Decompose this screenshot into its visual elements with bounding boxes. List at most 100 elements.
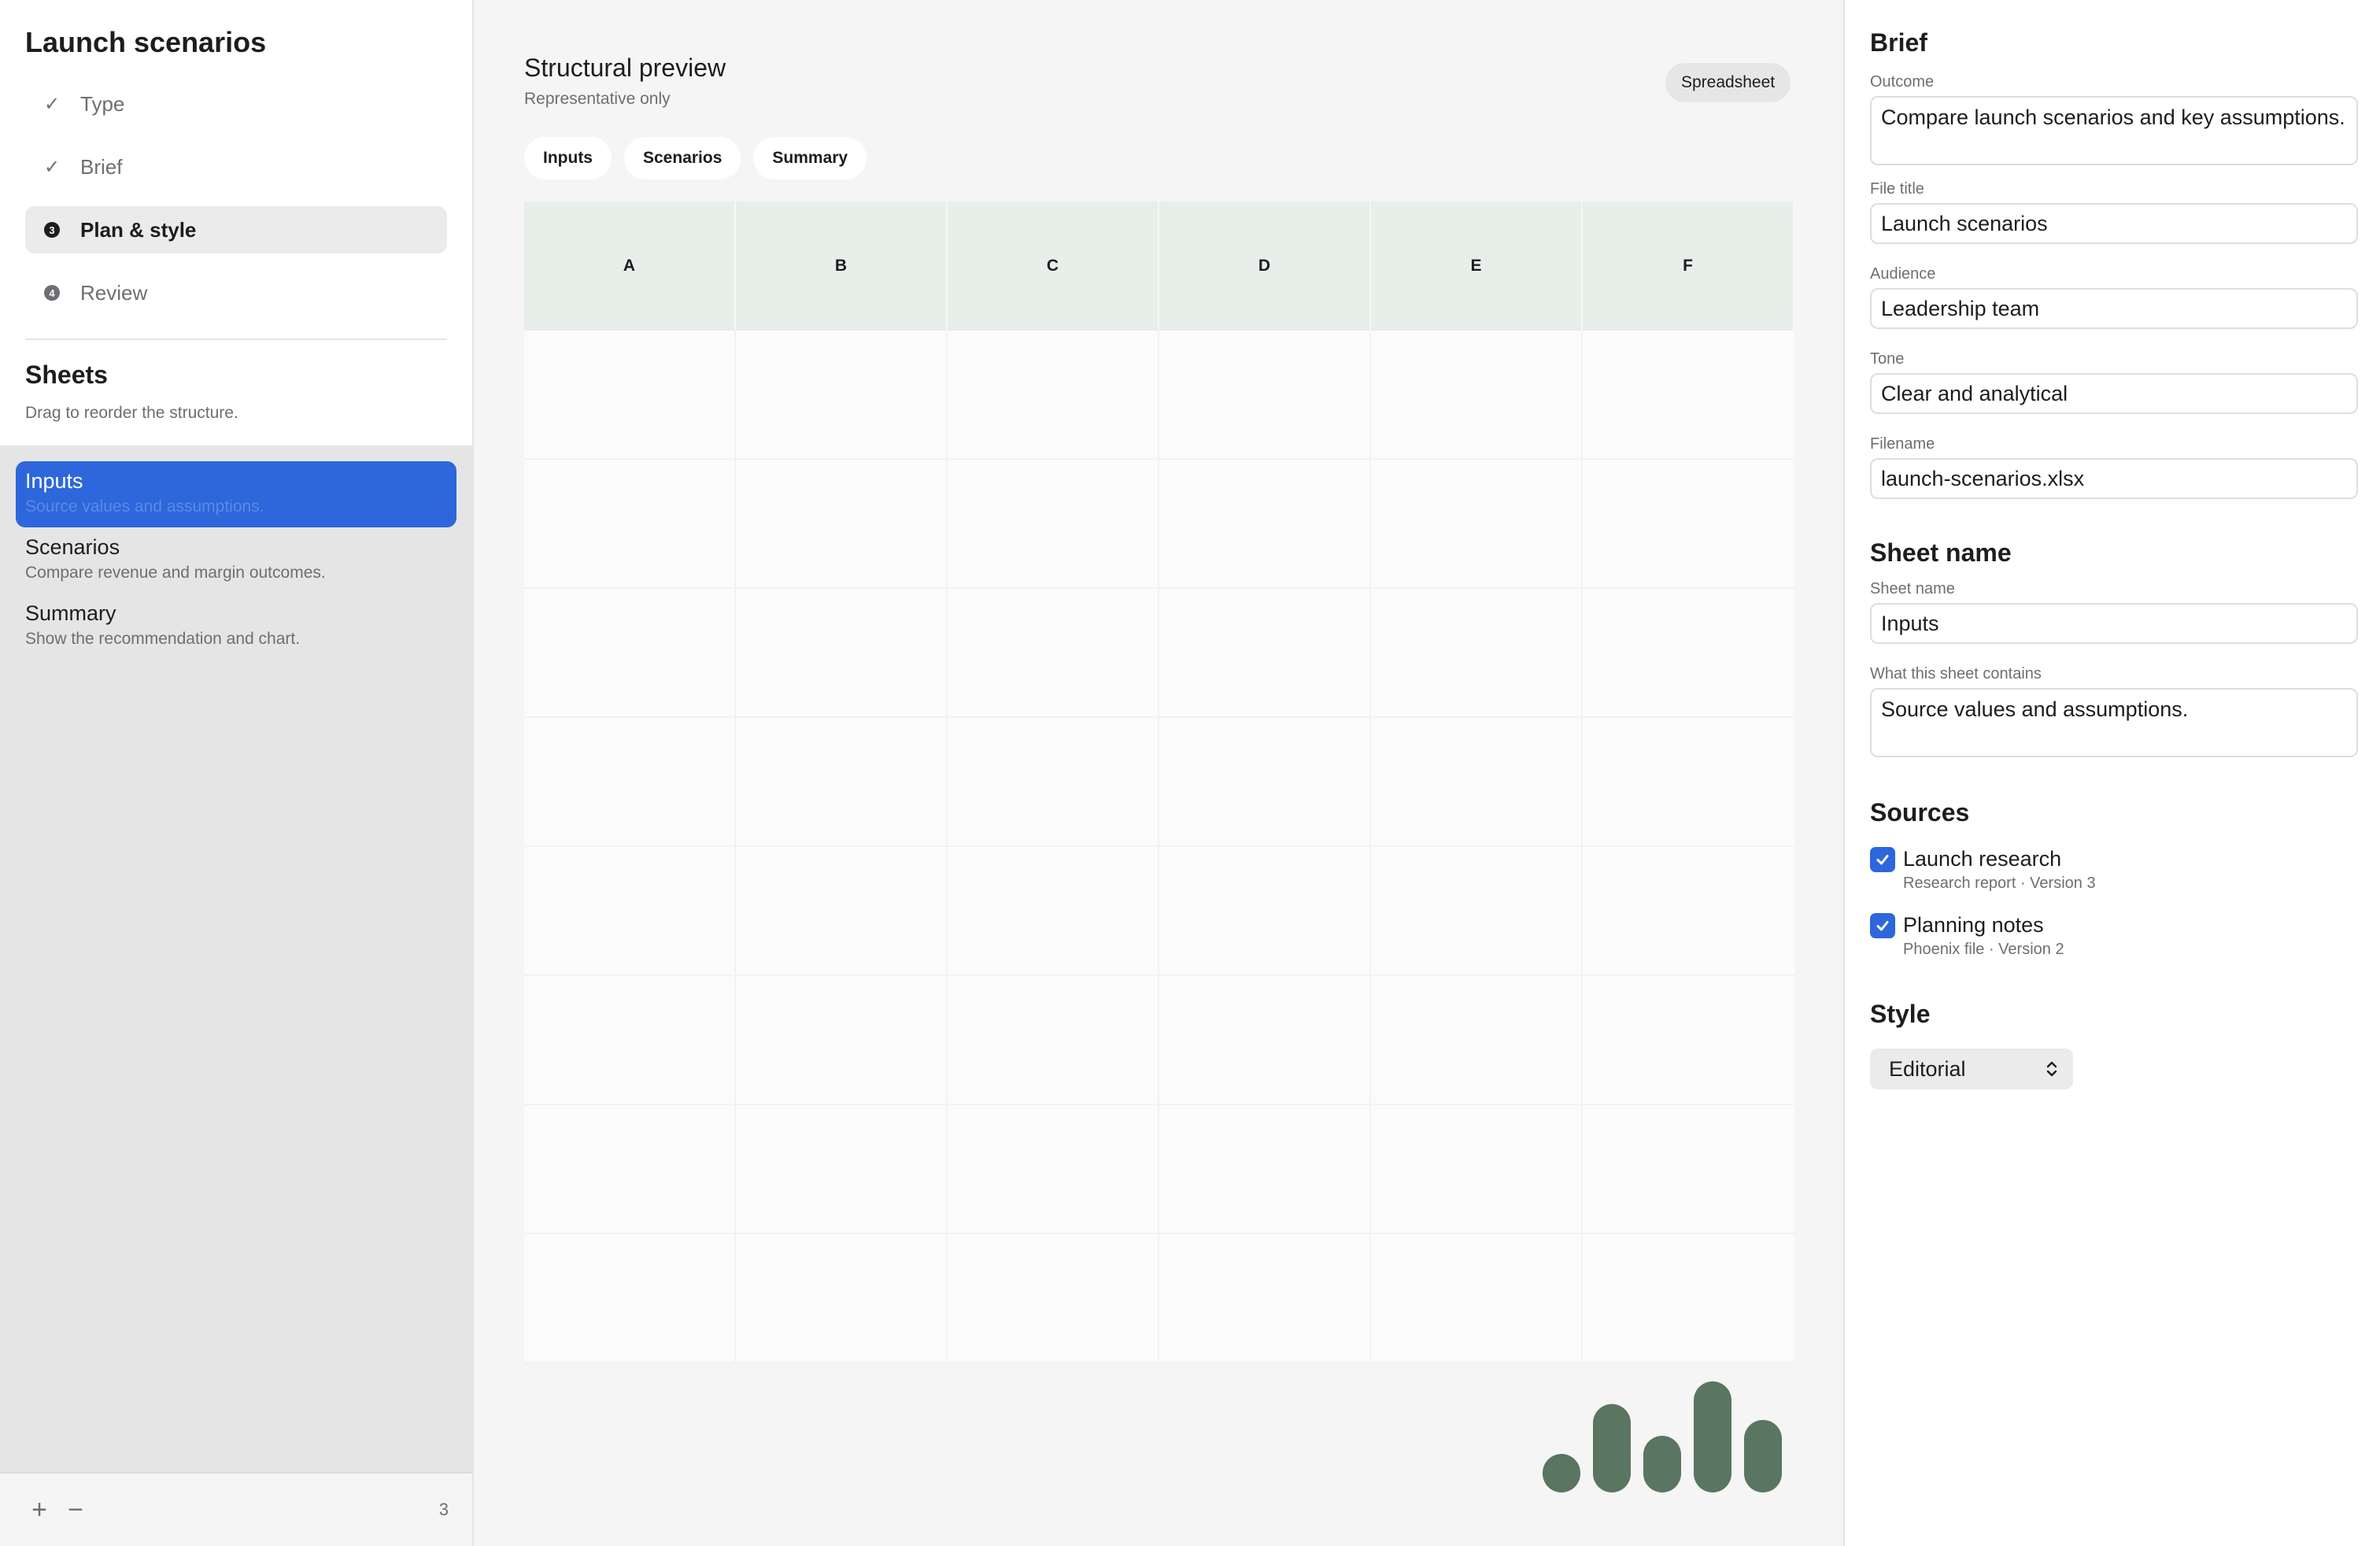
sheets-hint: Drag to reorder the structure. <box>25 404 238 422</box>
tab-inputs[interactable]: Inputs <box>524 137 612 179</box>
grid-cell <box>1583 589 1794 718</box>
grid-cell <box>1371 460 1583 589</box>
grid-cell <box>948 1234 1159 1363</box>
grid-cell <box>1371 976 1583 1105</box>
grid-cell <box>948 460 1159 589</box>
grid-cell <box>1583 331 1794 460</box>
remove-sheet-button[interactable]: − <box>60 1495 91 1526</box>
step-review[interactable]: 4 Review <box>25 269 447 316</box>
grid-cell <box>736 331 948 460</box>
grid-cell <box>736 976 948 1105</box>
brief-heading: Brief <box>1870 28 1927 57</box>
sheet-name-label: Sheet name <box>1870 580 1955 597</box>
grid-cell <box>1371 1234 1583 1363</box>
checkbox-checked-icon[interactable] <box>1870 847 1895 872</box>
grid-cell <box>736 847 948 976</box>
sheet-contains-label: What this sheet contains <box>1870 665 2042 682</box>
grid-cell <box>736 589 948 718</box>
grid-cell <box>948 847 1159 976</box>
tab-summary[interactable]: Summary <box>753 137 867 179</box>
grid-cell <box>1583 718 1794 847</box>
sidebar: Launch scenarios ✓ Type ✓ Brief 3 Plan &… <box>0 0 474 1546</box>
preview-subtitle: Representative only <box>524 90 671 108</box>
source-meta: Phoenix file · Version 2 <box>1903 941 2064 958</box>
grid-cell <box>524 589 736 718</box>
outcome-label: Outcome <box>1870 73 1935 91</box>
grid-cell <box>1159 1234 1371 1363</box>
sheet-item-name: Inputs <box>25 469 83 493</box>
source-name: Planning notes <box>1903 913 2044 937</box>
grid-cell <box>1583 847 1794 976</box>
mini-bar-chart-icon <box>1543 1381 1782 1492</box>
file-title-label: File title <box>1870 180 1924 198</box>
app-title: Launch scenarios <box>25 26 267 58</box>
audience-field[interactable] <box>1870 288 2358 329</box>
sheet-item-name: Scenarios <box>25 535 120 559</box>
grid-cell <box>524 847 736 976</box>
source-meta: Research report · Version 3 <box>1903 875 2096 892</box>
grid-cell <box>948 976 1159 1105</box>
sheet-item-description: Compare revenue and margin outcomes. <box>25 564 326 582</box>
grid-cell <box>1583 1105 1794 1234</box>
column-header-d: D <box>1159 202 1371 331</box>
grid-cell <box>948 1105 1159 1234</box>
file-title-field[interactable] <box>1870 203 2358 244</box>
column-header-f: F <box>1583 202 1794 331</box>
step-plan-style[interactable]: 3 Plan & style <box>25 206 447 253</box>
sheets-heading: Sheets <box>25 361 108 389</box>
grid-cell <box>948 331 1159 460</box>
filename-label: Filename <box>1870 435 1935 453</box>
sheet-count: 3 <box>438 1500 449 1519</box>
column-header-a: A <box>524 202 736 331</box>
mini-chart-bar <box>1744 1419 1782 1492</box>
settings-panel: Brief Outcome Compare launch scenarios a… <box>1845 0 2380 1546</box>
tone-field[interactable] <box>1870 373 2358 414</box>
sheet-item-scenarios[interactable]: Scenarios Compare revenue and margin out… <box>16 527 456 594</box>
type-badge: Spreadsheet <box>1665 63 1791 102</box>
style-select[interactable]: Editorial <box>1870 1049 2073 1089</box>
sheet-name-field[interactable] <box>1870 603 2358 644</box>
style-select-value: Editorial <box>1889 1057 1966 1081</box>
grid-cell <box>1583 976 1794 1105</box>
sheet-item-description: Show the recommendation and chart. <box>25 630 301 648</box>
filename-field[interactable] <box>1870 458 2358 499</box>
step-label: Plan & style <box>80 217 197 242</box>
sheet-contains-field[interactable]: Source values and assumptions. <box>1870 688 2358 757</box>
step-label: Type <box>80 91 125 116</box>
column-header-e: E <box>1371 202 1583 331</box>
checkbox-checked-icon[interactable] <box>1870 913 1895 938</box>
grid-cell <box>524 460 736 589</box>
outcome-field[interactable]: Compare launch scenarios and key assumpt… <box>1870 96 2358 165</box>
grid-cell <box>1371 847 1583 976</box>
grid-cell <box>1583 460 1794 589</box>
step-brief[interactable]: ✓ Brief <box>25 143 447 190</box>
grid-cell <box>1159 847 1371 976</box>
sources-heading: Sources <box>1870 798 1970 827</box>
grid-cell <box>524 718 736 847</box>
grid-cell <box>1583 1234 1794 1363</box>
sheet-item-inputs[interactable]: Inputs Source values and assumptions. <box>16 461 456 527</box>
grid-cell <box>736 1234 948 1363</box>
grid-cell <box>1371 1105 1583 1234</box>
tab-scenarios[interactable]: Scenarios <box>624 137 741 179</box>
grid-cell <box>524 1105 736 1234</box>
step-label: Brief <box>80 154 123 179</box>
step-type[interactable]: ✓ Type <box>25 80 447 128</box>
grid-cell <box>948 589 1159 718</box>
add-sheet-button[interactable]: + <box>24 1495 55 1526</box>
grid-cell <box>948 718 1159 847</box>
grid-cell <box>524 331 736 460</box>
source-item: Launch research Research report · Versio… <box>1870 845 2355 894</box>
mini-chart-bar <box>1694 1381 1731 1492</box>
divider <box>25 338 447 340</box>
sheet-item-summary[interactable]: Summary Show the recommendation and char… <box>16 594 456 660</box>
mini-chart-bar <box>1593 1404 1631 1492</box>
preview-tabs: Inputs Scenarios Summary <box>524 137 879 179</box>
grid-cell <box>1159 718 1371 847</box>
column-header-c: C <box>948 202 1159 331</box>
grid-cell <box>736 1105 948 1234</box>
grid-cell <box>1159 1105 1371 1234</box>
sheet-item-description: Source values and assumptions. <box>25 497 264 516</box>
mini-chart-bar <box>1543 1454 1580 1492</box>
grid-cell <box>524 1234 736 1363</box>
